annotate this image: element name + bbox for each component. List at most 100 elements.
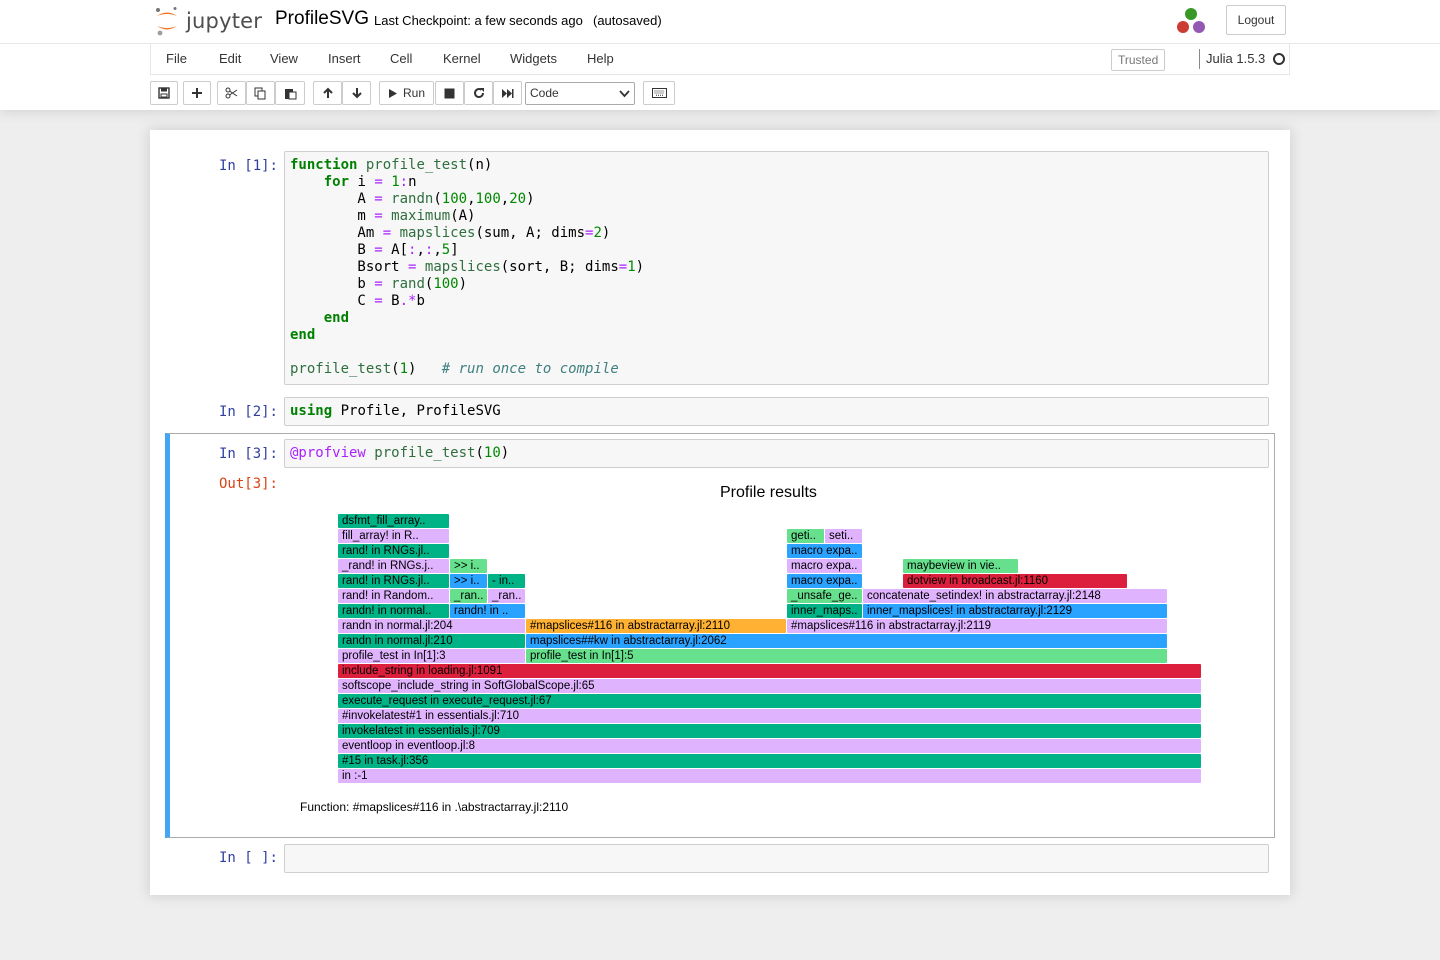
chevron-down-icon [619,90,630,98]
flame-frame[interactable]: mapslices##kw in abstractarray.jl:2062 [526,634,1167,648]
flame-frame[interactable]: #mapslices#116 in abstractarray.jl:2110 [526,619,786,633]
run-button-label: Run [402,86,425,100]
insert-cell-button[interactable] [183,81,211,105]
flame-frame[interactable]: macro expa.. [787,574,862,588]
menu-kernel[interactable]: Kernel [443,51,481,66]
flame-frame[interactable]: rand! in RNGs.jl.. [338,544,449,558]
trusted-indicator[interactable]: Trusted [1111,49,1166,71]
cell-2-input[interactable]: using Profile, ProfileSVG [284,397,1269,426]
flame-frame[interactable]: #15 in task.jl:356 [338,754,1201,768]
flame-frame[interactable]: #invokelatest#1 in essentials.jl:710 [338,709,1201,723]
checkpoint-status: Last Checkpoint: a few seconds ago [374,13,583,28]
flamegraph: in :-1 #15 in task.jl:356 eventloop in eve… [338,512,1202,784]
flame-frame[interactable]: randn! in normal.. [338,604,449,618]
notebook-container: In [1]: function profile_test(n) for i =… [150,130,1290,895]
kernel-name[interactable]: Julia 1.5.3 [1206,51,1265,66]
kernel-separator [1199,49,1200,69]
play-icon [388,88,397,98]
flame-frame[interactable]: dotview in broadcast.jl:1160 [903,574,1127,588]
flame-frame[interactable]: maybeview in vie.. [903,559,1018,573]
menu-widgets[interactable]: Widgets [510,51,557,66]
flame-frame[interactable]: randn in normal.jl:204 [338,619,525,633]
menu-file[interactable]: File [166,51,187,66]
flame-frame[interactable]: eventloop in eventloop.jl:8 [338,739,1201,753]
flame-frame[interactable]: inner_mapslices! in abstractarray.jl:212… [863,604,1167,618]
cell-3-output-prompt: Out[3]: [218,476,278,492]
flame-frame[interactable]: _rand! in RNGs.j.. [338,559,449,573]
fast-forward-icon [502,88,514,98]
flame-frame[interactable]: >> i.. [450,574,487,588]
flame-frame[interactable]: invokelatest in essentials.jl:709 [338,724,1201,738]
flame-frame[interactable]: geti.. [787,529,824,543]
flame-frame[interactable]: randn in normal.jl:210 [338,634,525,648]
restart-run-all-button[interactable] [493,81,522,105]
command-palette-button[interactable] [643,81,675,105]
run-button[interactable]: Run [379,81,434,105]
menu-bar: File Edit View Insert Cell Kernel Widget… [150,44,1290,75]
flame-frame[interactable]: - in.. [488,574,525,588]
arrow-down-icon [351,88,362,99]
jupyter-wordmark: jupyter [186,9,263,33]
flame-frame[interactable]: in :-1 [338,769,1201,783]
stop-icon [444,88,455,98]
flame-frame[interactable]: dsfmt_fill_array.. [338,514,449,528]
plus-icon [192,88,202,98]
flame-frame[interactable]: #mapslices#116 in abstractarray.jl:2119 [787,619,1167,633]
flame-frame[interactable]: rand! in RNGs.jl.. [338,574,449,588]
menu-insert[interactable]: Insert [328,51,361,66]
flame-frame[interactable]: softscope_include_string in SoftGlobalSc… [338,679,1201,693]
julia-kernel-logo-icon [1177,8,1205,33]
notebook-name[interactable]: ProfileSVG [275,8,369,30]
logout-button[interactable]: Logout [1226,5,1286,35]
cut-icon [225,87,238,99]
cell-3-prompt: In [3]: [218,446,278,462]
cell-1-input[interactable]: function profile_test(n) for i = 1:n A =… [284,151,1269,385]
cell-4-input[interactable] [284,844,1269,873]
keyboard-icon [651,88,667,98]
flame-frame[interactable]: fill_array! in R.. [338,529,449,543]
cell-3-input[interactable]: @profview profile_test(10) [284,439,1269,468]
copy-icon [254,87,266,99]
menu-edit[interactable]: Edit [219,51,241,66]
cell-1-prompt: In [1]: [218,158,278,174]
flame-frame[interactable]: rand! in Random.. [338,589,449,603]
kernel-idle-indicator-icon [1273,53,1285,65]
autosave-status: (autosaved) [593,13,662,28]
flame-frame[interactable]: profile_test in In[1]:3 [338,649,525,663]
cell-type-select[interactable]: Code [525,82,635,105]
flame-frame[interactable]: _ran.. [488,589,525,603]
flame-frame[interactable]: inner_maps.. [787,604,862,618]
jupyter-logo-icon [156,7,177,36]
cell-4-prompt: In [ ]: [218,850,278,866]
copy-button[interactable] [246,81,275,105]
flame-frame[interactable]: execute_request in execute_request.jl:67 [338,694,1201,708]
arrow-up-icon [322,87,333,98]
save-button[interactable] [150,81,178,105]
flame-frame[interactable]: seti.. [825,529,862,543]
flame-frame[interactable]: macro expa.. [787,559,862,573]
flame-frame[interactable]: randn! in .. [450,604,525,618]
flame-frame[interactable]: profile_test in In[1]:5 [526,649,1167,663]
flame-frame[interactable]: >> i.. [450,559,487,573]
interrupt-button[interactable] [435,81,464,105]
move-up-button[interactable] [313,81,342,105]
menu-view[interactable]: View [270,51,298,66]
save-icon [158,87,170,99]
paste-icon [284,88,296,99]
flame-frame[interactable]: _ran.. [450,589,487,603]
flame-frame[interactable]: macro expa.. [787,544,862,558]
restart-button[interactable] [464,81,493,105]
flame-frame[interactable]: include_string in loading.jl:1091 [338,664,1201,678]
paste-button[interactable] [275,81,305,105]
header-top-bar: jupyter ProfileSVG Last Checkpoint: a fe… [0,0,1440,44]
flamegraph-title: Profile results [720,484,817,501]
cut-button[interactable] [217,81,246,105]
flame-frame[interactable]: _unsafe_ge.. [787,589,862,603]
move-down-button[interactable] [342,81,371,105]
cell-type-value: Code [530,86,559,100]
jupyter-logo[interactable]: jupyter [154,6,262,36]
flamegraph-status: Function: #mapslices#116 in .\abstractar… [300,800,569,814]
menu-cell[interactable]: Cell [390,51,412,66]
menu-help[interactable]: Help [587,51,614,66]
flame-frame[interactable]: concatenate_setindex! in abstractarray.j… [863,589,1167,603]
